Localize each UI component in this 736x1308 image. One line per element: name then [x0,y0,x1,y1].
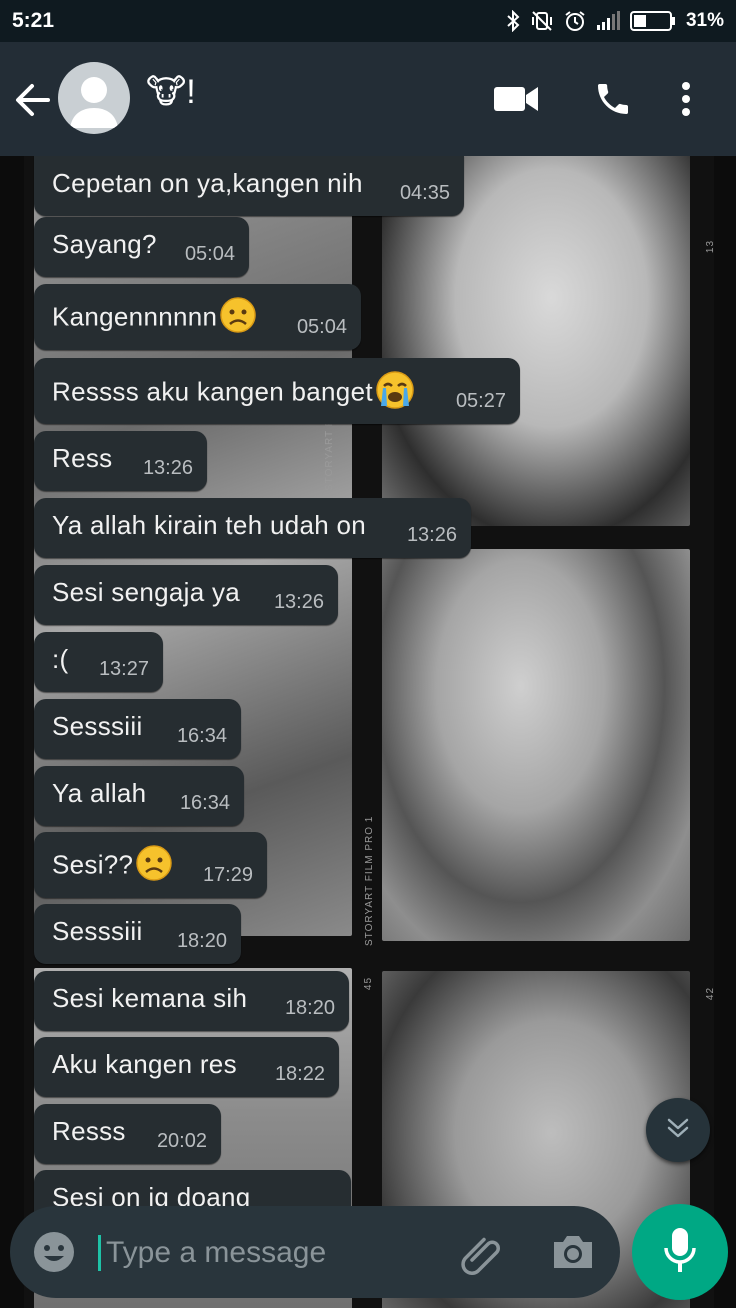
video-call-icon[interactable] [492,76,540,122]
message-text: Sesi kemana sih [52,983,248,1013]
message-text: Sesi?? [52,844,173,889]
message-bubble[interactable]: Sesi kemana sih 18:20 [34,971,349,1031]
battery-icon [629,10,676,32]
vibrate-off-icon [530,10,554,32]
message-bubble[interactable]: Cepetan on ya,kangen nih 04:35 [34,156,464,216]
crying-face-icon [375,370,415,417]
message-bubble[interactable]: Sayang? 05:04 [34,217,249,277]
message-bubble[interactable]: Aku kangen res 18:22 [34,1037,339,1097]
sad-face-icon [135,844,173,889]
message-bubble[interactable]: Ress 13:26 [34,431,207,491]
chat-area[interactable]: STORYART FILM STORYART FILM PRO 1 13 45 … [0,156,736,1308]
camera-icon[interactable] [550,1230,596,1274]
message-time: 05:04 [296,316,347,338]
status-time: 5:21 [12,9,55,32]
signal-icon [596,11,620,31]
text-cursor [98,1235,101,1271]
message-bubble[interactable]: Kangennnnnn 05:04 [34,284,361,350]
message-bubble[interactable]: Sesssiii 16:34 [34,699,241,759]
alarm-icon [564,10,586,32]
message-text: Ya allah kirain teh udah on [52,510,367,540]
message-text: Sayang? [52,229,157,259]
attach-icon[interactable] [458,1230,506,1278]
message-text-content: Sesi?? [52,849,134,880]
message-time: 13:26 [273,591,324,613]
message-time: 17:29 [202,864,253,886]
message-bubble[interactable]: Ya allah kirain teh udah on 13:26 [34,498,471,558]
more-options-icon[interactable] [674,76,698,122]
message-time: 05:04 [184,243,235,265]
contact-name[interactable]: 🐮! [146,72,196,112]
voice-record-button[interactable] [632,1204,728,1300]
double-chevron-down-icon [665,1115,691,1146]
message-time: 13:27 [98,658,149,680]
message-time: 18:20 [284,997,335,1019]
message-text: Sesssiii [52,916,143,946]
message-time: 18:20 [176,930,227,952]
message-text: Cepetan on ya,kangen nih [52,168,363,198]
chat-header: 🐮! [0,42,736,156]
voice-call-icon[interactable] [590,76,636,122]
message-text: :( [52,644,69,674]
avatar[interactable] [58,62,130,134]
message-time: 18:22 [274,1063,325,1085]
sad-face-icon [219,296,257,341]
message-time: 16:34 [176,725,227,747]
message-text: Ya allah [52,778,147,808]
message-composer [10,1206,620,1298]
message-bubble[interactable]: Resss 20:02 [34,1104,221,1164]
message-bubble[interactable]: Sesi?? 17:29 [34,832,267,898]
message-text-content: Ressss aku kangen banget [52,376,373,407]
emoji-button[interactable] [32,1230,76,1274]
back-arrow-icon[interactable] [12,78,56,122]
message-time: 13:26 [406,524,457,546]
message-bubble[interactable]: :( 13:27 [34,632,163,692]
message-bubble[interactable]: Sesi sengaja ya 13:26 [34,565,338,625]
message-time: 16:34 [179,792,230,814]
scroll-to-bottom-button[interactable] [646,1098,710,1162]
message-text: Resss [52,1116,126,1146]
microphone-icon [662,1226,698,1279]
message-time: 20:02 [156,1130,207,1152]
bluetooth-icon [506,10,520,32]
message-time: 13:26 [142,457,193,479]
status-bar: 5:21 31% [0,0,736,42]
message-time: 04:35 [399,182,450,204]
message-text: Ress [52,443,113,473]
battery-percent: 31% [685,10,724,31]
message-bubble[interactable]: Ressss aku kangen banget 05:27 [34,358,520,424]
message-text: Kangennnnnn [52,296,257,341]
message-bubble[interactable]: Sesssiii 18:20 [34,904,241,964]
message-text: Ressss aku kangen banget [52,370,415,417]
message-text: Aku kangen res [52,1049,237,1079]
message-time: 05:27 [455,390,506,412]
film-label: STORYART FILM PRO 1 [364,815,375,946]
message-text: Sesi sengaja ya [52,577,241,607]
frame-number: 45 [363,976,375,991]
message-bubble[interactable]: Ya allah 16:34 [34,766,244,826]
status-icons: 31% [506,7,724,35]
wallpaper-photo [382,549,690,941]
message-input[interactable] [104,1228,438,1278]
frame-number: 42 [705,986,717,1001]
frame-number: 13 [705,239,717,254]
message-text-content: Kangennnnnn [52,301,218,332]
message-text: Sesssiii [52,711,143,741]
